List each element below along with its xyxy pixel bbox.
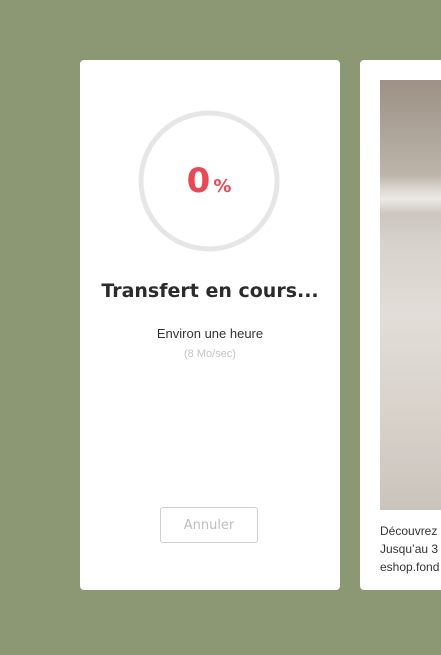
progress-percentage: 0 % bbox=[138, 110, 280, 252]
cancel-button[interactable]: Annuler bbox=[160, 507, 258, 543]
transfer-eta: Environ une heure bbox=[156, 326, 264, 341]
ad-image[interactable] bbox=[380, 80, 441, 510]
ad-image-highlight bbox=[380, 175, 441, 215]
ad-text-line: eshop.fond bbox=[380, 560, 440, 574]
ad-card[interactable]: Découvrez Jusqu’au 3 eshop.fond bbox=[360, 60, 441, 590]
transfer-title: Transfert en cours... bbox=[101, 280, 319, 302]
transfer-speed: (8 Mo/sec) bbox=[184, 348, 236, 360]
ad-text-line: Jusqu’au 3 bbox=[380, 542, 439, 556]
ad-text[interactable]: Découvrez Jusqu’au 3 eshop.fond bbox=[380, 522, 441, 576]
transfer-card: 0 % Transfert en cours... Environ une he… bbox=[80, 60, 340, 590]
progress-percent-value: 0 bbox=[186, 161, 211, 201]
progress-percent-unit: % bbox=[213, 175, 232, 197]
ad-text-line: Découvrez bbox=[380, 524, 438, 538]
progress-ring: 0 % bbox=[138, 110, 280, 252]
